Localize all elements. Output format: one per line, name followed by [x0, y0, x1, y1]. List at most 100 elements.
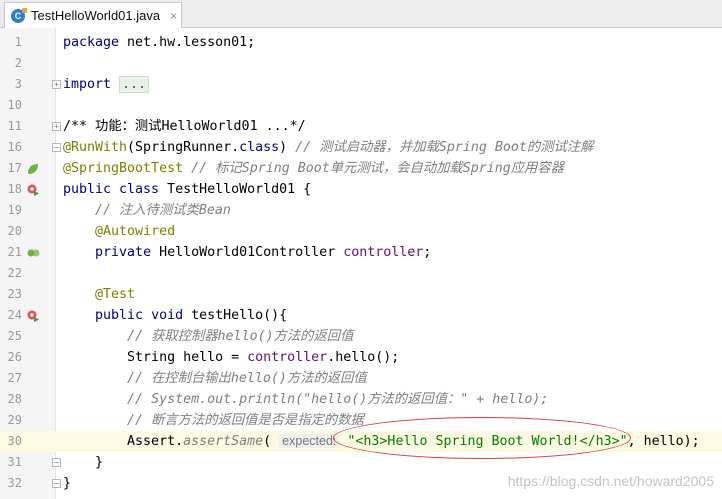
code-token: // 标记Spring Boot单元测试，会自动加载Spring应用容器	[191, 161, 564, 176]
code-token: .hello();	[327, 350, 400, 365]
code-text: private HelloWorld01Controller controlle…	[63, 242, 431, 263]
code-line[interactable]: 20 @Autowired	[0, 221, 722, 242]
tab-test-hello-world[interactable]: C TestHelloWorld01.java ×	[4, 2, 182, 28]
code-line[interactable]: 10	[0, 95, 722, 116]
run-test-icon[interactable]	[26, 309, 40, 323]
code-text: @RunWith(SpringRunner.class) // 测试启动器，并加…	[63, 137, 593, 158]
line-number: 3	[14, 77, 22, 91]
code-text: // 注入待测试类Bean	[63, 200, 231, 221]
code-line[interactable]: 23 @Test	[0, 284, 722, 305]
code-line[interactable]: 26 String hello = controller.hello();	[0, 347, 722, 368]
code-token: @Autowired	[95, 224, 176, 239]
line-number: 27	[7, 371, 22, 385]
code-line[interactable]: 21 private HelloWorld01Controller contro…	[0, 242, 722, 263]
code-line[interactable]: 18 public class TestHelloWorld01 {	[0, 179, 722, 200]
code-line[interactable]: 24 public void testHello(){	[0, 305, 722, 326]
autowired-bean-icon	[27, 249, 40, 257]
code-token: Assert.	[63, 434, 184, 449]
line-number: 30	[7, 434, 22, 448]
code-token: assertSame	[183, 434, 264, 449]
code-line[interactable]: 1 package net.hw.lesson01;	[0, 32, 722, 53]
line-number: 22	[7, 266, 22, 280]
code-token: )	[279, 140, 296, 155]
code-line[interactable]: 30 Assert.assertSame( expected: "<h3>Hel…	[0, 431, 722, 452]
fold-minus-icon[interactable]: −	[52, 458, 61, 467]
spring-bean-icon	[28, 164, 38, 174]
code-line[interactable]: 25 // 获取控制器hello()方法的返回值	[0, 326, 722, 347]
run-test-icon[interactable]	[26, 183, 40, 197]
code-text: @SpringBootTest // 标记Spring Boot单元测试，会自动…	[63, 158, 564, 179]
code-token: }	[63, 476, 72, 491]
fold-plus-icon[interactable]: +	[52, 122, 61, 131]
code-text: @Test	[63, 284, 135, 305]
line-number: 16	[7, 140, 22, 154]
code-token: controller	[343, 245, 424, 260]
parameter-hint: expected:	[279, 434, 340, 448]
code-token: // 断言方法的返回值是否是指定的数据	[127, 413, 364, 428]
code-text: Assert.assertSame( expected: "<h3>Hello …	[63, 431, 700, 452]
line-number: 24	[7, 308, 22, 322]
close-icon[interactable]: ×	[170, 9, 177, 23]
code-token: controller	[247, 350, 328, 365]
code-token: // 在控制台输出hello()方法的返回值	[127, 371, 367, 386]
line-number: 1	[14, 35, 22, 49]
code-text: // 断言方法的返回值是否是指定的数据	[63, 410, 364, 431]
code-token: @Test	[95, 287, 136, 302]
code-token: /** 功能：测试HelloWorld01 ...*/	[63, 119, 306, 134]
code-token: import	[63, 77, 120, 92]
code-line[interactable]: 27 // 在控制台输出hello()方法的返回值	[0, 368, 722, 389]
code-token: (SpringRunner.	[127, 140, 240, 155]
code-line[interactable]: 31 − }	[0, 452, 722, 473]
line-number: 28	[7, 392, 22, 406]
line-number: 11	[7, 119, 22, 133]
code-token: // 注入待测试类Bean	[95, 203, 231, 218]
line-number: 25	[7, 329, 22, 343]
fold-minus-icon[interactable]: −	[52, 479, 61, 488]
code-token: }	[63, 455, 104, 470]
code-line[interactable]: 28 // System.out.println("hello()方法的返回值：…	[0, 389, 722, 410]
code-token: package	[63, 35, 128, 50]
line-number: 19	[7, 203, 22, 217]
code-token: // System.out.println("hello()方法的返回值：" +…	[127, 392, 549, 407]
code-token: @RunWith	[63, 140, 128, 155]
code-token: TestHelloWorld01 {	[167, 182, 312, 197]
code-token: testHello(){	[191, 308, 288, 323]
code-line[interactable]: 17 @SpringBootTest // 标记Spring Boot单元测试，会…	[0, 158, 722, 179]
watermark: https://blog.csdn.net/howard2005	[507, 473, 714, 489]
code-token: , hello);	[627, 434, 700, 449]
code-token: private	[95, 245, 160, 260]
line-number: 31	[7, 455, 22, 469]
code-line[interactable]: 19 // 注入待测试类Bean	[0, 200, 722, 221]
code-token: net.hw.lesson01;	[127, 35, 256, 50]
code-text: // 获取控制器hello()方法的返回值	[63, 326, 353, 347]
code-text: public void testHello(){	[63, 305, 287, 326]
code-line[interactable]: 22	[0, 263, 722, 284]
code-line[interactable]: 2	[0, 53, 722, 74]
code-text: package net.hw.lesson01;	[63, 32, 255, 53]
code-line[interactable]: 11 +/** 功能：测试HelloWorld01 ...*/	[0, 116, 722, 137]
code-text: import ...	[63, 74, 150, 95]
line-number: 32	[7, 476, 22, 490]
code-token: class	[239, 140, 280, 155]
line-number: 20	[7, 224, 22, 238]
code-line[interactable]: 16 − @RunWith(SpringRunner.class) // 测试启动器…	[0, 137, 722, 158]
code-token: (	[263, 434, 280, 449]
code-text: }	[63, 473, 71, 494]
line-number: 2	[14, 56, 22, 70]
fold-plus-icon[interactable]: +	[52, 80, 61, 89]
code-token: ...	[119, 76, 150, 93]
code-text: }	[63, 452, 103, 473]
line-number: 17	[7, 161, 22, 175]
code-text: // 在控制台输出hello()方法的返回值	[63, 368, 367, 389]
code-line[interactable]: 3 + import ...	[0, 74, 722, 95]
fold-minus-icon[interactable]: −	[52, 143, 61, 152]
code-line[interactable]: 29 // 断言方法的返回值是否是指定的数据	[0, 410, 722, 431]
tab-label: TestHelloWorld01.java	[31, 8, 161, 23]
